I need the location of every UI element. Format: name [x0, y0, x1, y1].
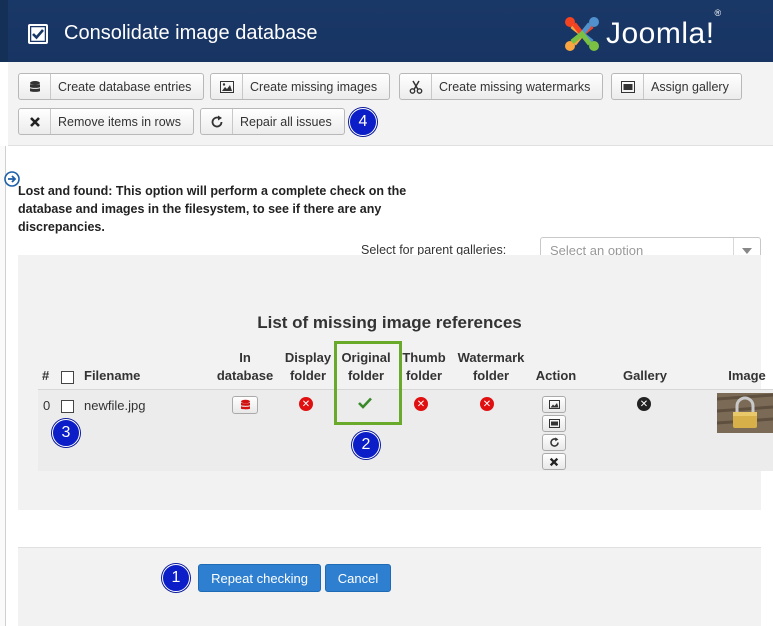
col-header-filename: Filename	[84, 368, 141, 383]
col-header-in-database: In database	[214, 349, 276, 385]
joomla-mark-icon	[565, 17, 599, 51]
in-database-button[interactable]	[232, 396, 258, 414]
col-header-watermark-folder-line1: Watermark	[457, 350, 525, 365]
padlock-icon	[717, 393, 773, 433]
cancel-button[interactable]: Cancel	[325, 564, 391, 592]
database-red-icon	[240, 399, 250, 410]
thumb-folder-missing-icon: ✕	[414, 397, 428, 411]
footer-bar: 1 Repeat checking Cancel	[18, 547, 761, 626]
col-header-watermark-folder: Watermark folder	[452, 349, 530, 385]
col-header-thumb-folder: Thumb folder	[398, 349, 450, 385]
table-row: 0 newfile.jpg ✕ ✕ ✕ ✕	[38, 389, 773, 471]
col-header-thumb-folder-line1: Thumb	[402, 350, 446, 365]
badge-four: 4	[349, 108, 377, 136]
create-missing-images-button[interactable]: Create missing images	[210, 73, 391, 100]
action-assign-gallery-button[interactable]	[542, 415, 566, 432]
repeat-checking-button[interactable]: Repeat checking	[198, 564, 321, 592]
create-missing-watermarks-label: Create missing watermarks	[439, 79, 591, 94]
gallery-none-icon[interactable]: ✕	[637, 397, 651, 411]
scissors-icon	[400, 74, 432, 99]
badge-two: 2	[352, 431, 380, 459]
row-checkbox[interactable]	[61, 400, 74, 413]
col-header-num: #	[42, 368, 50, 383]
col-header-in-database-line2: database	[216, 368, 274, 383]
row-num: 0	[43, 398, 51, 413]
joomla-logo-text: Joomla!	[606, 17, 715, 50]
repair-all-issues-label: Repair all issues	[240, 114, 332, 129]
image-thumbnail[interactable]	[717, 393, 773, 433]
assign-gallery-button[interactable]: Assign gallery	[611, 73, 742, 100]
left-gutter	[0, 146, 6, 626]
page-title: Consolidate image database	[64, 22, 318, 44]
col-header-action: Action	[535, 368, 577, 383]
row-filename: newfile.jpg	[84, 398, 146, 413]
checkbox-icon	[28, 24, 48, 44]
badge-three: 3	[52, 419, 80, 447]
action-create-image-button[interactable]	[542, 396, 566, 413]
create-missing-images-label: Create missing images	[250, 79, 378, 94]
badge-one: 1	[162, 564, 190, 592]
action-remove-button[interactable]	[542, 453, 566, 470]
toolbar: Create database entries Create missing i…	[8, 62, 773, 146]
col-header-image: Image	[728, 368, 766, 383]
col-header-display-folder-line1: Display	[284, 350, 332, 365]
action-repair-button[interactable]	[542, 434, 566, 451]
col-header-gallery: Gallery	[622, 368, 668, 383]
header-bar: Consolidate image database Joomla!®	[0, 0, 773, 62]
col-header-in-database-line1: In	[239, 350, 251, 365]
create-missing-watermarks-button[interactable]: Create missing watermarks	[399, 73, 604, 100]
create-database-entries-label: Create database entries	[58, 79, 192, 94]
select-all-checkbox[interactable]	[61, 371, 74, 384]
col-header-watermark-folder-line2: folder	[472, 368, 510, 383]
gallery-icon	[612, 74, 644, 99]
image-icon	[548, 400, 560, 409]
refresh-icon	[549, 437, 559, 447]
header-edge	[0, 0, 8, 62]
close-icon	[19, 109, 51, 134]
remove-items-in-rows-button[interactable]: Remove items in rows	[18, 108, 194, 135]
original-folder-highlight	[334, 341, 402, 425]
database-icon	[19, 74, 51, 99]
close-icon	[549, 457, 559, 466]
col-header-display-folder: Display folder	[280, 349, 336, 385]
display-folder-missing-icon: ✕	[299, 397, 313, 411]
col-header-thumb-folder-line2: folder	[405, 368, 443, 383]
list-title: List of missing image references	[257, 313, 522, 332]
registered-mark: ®	[714, 8, 722, 18]
assign-gallery-label: Assign gallery	[651, 79, 729, 94]
image-icon	[211, 74, 243, 99]
gallery-icon	[548, 419, 560, 428]
remove-items-in-rows-label: Remove items in rows	[58, 114, 181, 129]
col-header-display-folder-line2: folder	[289, 368, 327, 383]
description-text: Lost and found: This option will perform…	[18, 184, 407, 234]
repair-all-issues-button[interactable]: Repair all issues	[200, 108, 345, 135]
create-database-entries-button[interactable]: Create database entries	[18, 73, 205, 100]
refresh-icon	[201, 109, 233, 134]
watermark-folder-missing-icon: ✕	[480, 397, 494, 411]
